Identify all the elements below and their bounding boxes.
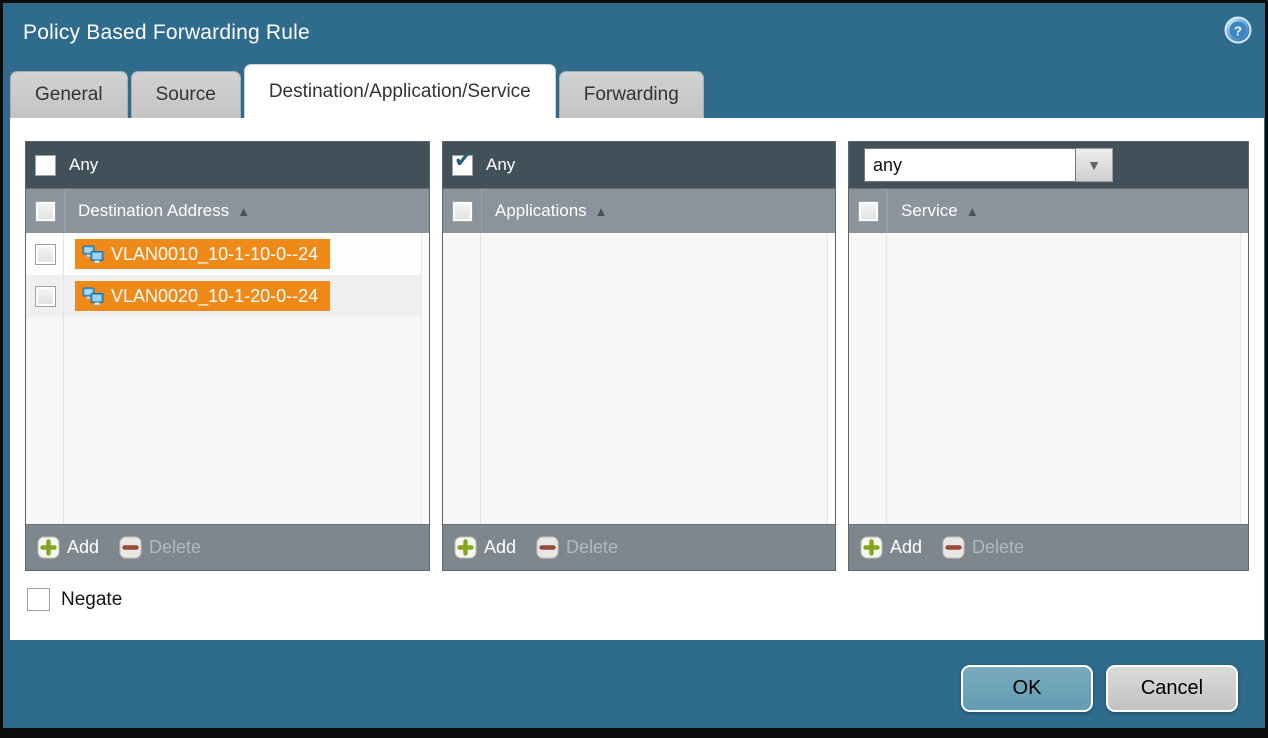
service-dropdown-button[interactable]: ▼ <box>1076 148 1113 182</box>
cancel-button[interactable]: Cancel <box>1106 665 1238 712</box>
destination-address-header-label: Destination Address <box>78 201 229 221</box>
destination-item-label: VLAN0010_10-1-10-0--24 <box>111 244 318 265</box>
add-destination-button[interactable]: Add <box>37 536 99 559</box>
applications-toolbar: Add Delete <box>443 524 835 570</box>
applications-list <box>443 233 835 524</box>
applications-any-label: Any <box>486 155 515 175</box>
destination-item-vlan0020[interactable]: VLAN0020_10-1-20-0--24 <box>75 281 330 311</box>
dialog-footer: OK Cancel <box>961 665 1238 712</box>
destination-any-bar: Any <box>26 142 429 188</box>
negate-checkbox[interactable] <box>27 588 50 611</box>
network-address-icon <box>82 245 104 264</box>
negate-label: Negate <box>61 589 122 611</box>
tab-content-panel: Any Destination Address ▲ <box>10 118 1264 640</box>
applications-header[interactable]: Applications ▲ <box>443 188 835 233</box>
destination-row-2-checkbox[interactable] <box>35 286 56 307</box>
svg-text:?: ? <box>1234 24 1242 39</box>
destination-address-header[interactable]: Destination Address ▲ <box>26 188 429 233</box>
sort-ascending-icon[interactable]: ▲ <box>966 204 979 219</box>
sort-ascending-icon[interactable]: ▲ <box>237 204 250 219</box>
tab-source[interactable]: Source <box>131 71 241 118</box>
delete-destination-button[interactable]: Delete <box>119 536 201 559</box>
ok-button[interactable]: OK <box>961 665 1093 712</box>
service-list <box>849 233 1248 524</box>
add-application-button[interactable]: Add <box>454 536 516 559</box>
service-toolbar: Add Delete <box>849 524 1248 570</box>
service-dropdown-value[interactable]: any <box>864 148 1076 182</box>
delete-minus-icon <box>942 536 965 559</box>
tab-destination-application-service[interactable]: Destination/Application/Service <box>244 64 556 118</box>
destination-any-checkbox[interactable] <box>35 155 56 176</box>
negate-row: Negate <box>27 588 1264 611</box>
applications-any-bar: ✔ Any <box>443 142 835 188</box>
page-title: Policy Based Forwarding Rule <box>23 21 310 45</box>
service-header[interactable]: Service ▲ <box>849 188 1248 233</box>
destination-select-all-cell <box>26 189 65 233</box>
applications-select-all-checkbox[interactable] <box>452 201 473 222</box>
sort-ascending-icon[interactable]: ▲ <box>595 204 608 219</box>
network-address-icon <box>82 287 104 306</box>
destination-address-list: VLAN0010_10-1-10-0--24 <box>26 233 429 524</box>
applications-select-all-cell <box>443 189 482 233</box>
delete-service-button[interactable]: Delete <box>942 536 1024 559</box>
columns-container: Any Destination Address ▲ <box>10 118 1264 571</box>
add-plus-icon <box>860 536 883 559</box>
help-icon[interactable]: ? <box>1224 16 1252 44</box>
delete-minus-icon <box>536 536 559 559</box>
add-plus-icon <box>37 536 60 559</box>
service-dropdown-bar: any ▼ <box>849 142 1248 188</box>
checkmark-icon: ✔ <box>454 149 472 171</box>
service-select-all-cell <box>849 189 888 233</box>
dialog-titlebar: Policy Based Forwarding Rule ? <box>3 3 1265 65</box>
service-select-all-checkbox[interactable] <box>858 201 879 222</box>
applications-header-label: Applications <box>495 201 587 221</box>
service-header-label: Service <box>901 201 958 221</box>
destination-item-label: VLAN0020_10-1-20-0--24 <box>111 286 318 307</box>
destination-address-column: Any Destination Address ▲ <box>25 141 430 571</box>
applications-any-checkbox[interactable]: ✔ <box>452 155 473 176</box>
tab-forwarding[interactable]: Forwarding <box>559 71 704 118</box>
add-service-button[interactable]: Add <box>860 536 922 559</box>
applications-column: ✔ Any Applications ▲ <box>442 141 836 571</box>
destination-row-1-checkbox[interactable] <box>35 244 56 265</box>
destination-toolbar: Add Delete <box>26 524 429 570</box>
destination-select-all-checkbox[interactable] <box>35 201 56 222</box>
table-row[interactable]: VLAN0020_10-1-20-0--24 <box>26 275 429 317</box>
tab-general[interactable]: General <box>10 71 128 118</box>
destination-item-vlan0010[interactable]: VLAN0010_10-1-10-0--24 <box>75 239 330 269</box>
delete-application-button[interactable]: Delete <box>536 536 618 559</box>
chevron-down-icon: ▼ <box>1087 157 1101 173</box>
delete-minus-icon <box>119 536 142 559</box>
service-column: any ▼ Service ▲ <box>848 141 1249 571</box>
policy-forwarding-dialog: Policy Based Forwarding Rule ? General S… <box>3 3 1265 728</box>
add-plus-icon <box>454 536 477 559</box>
table-row[interactable]: VLAN0010_10-1-10-0--24 <box>26 233 429 275</box>
destination-any-label: Any <box>69 155 98 175</box>
service-dropdown[interactable]: any ▼ <box>864 148 1113 182</box>
tab-bar: General Source Destination/Application/S… <box>10 65 704 118</box>
